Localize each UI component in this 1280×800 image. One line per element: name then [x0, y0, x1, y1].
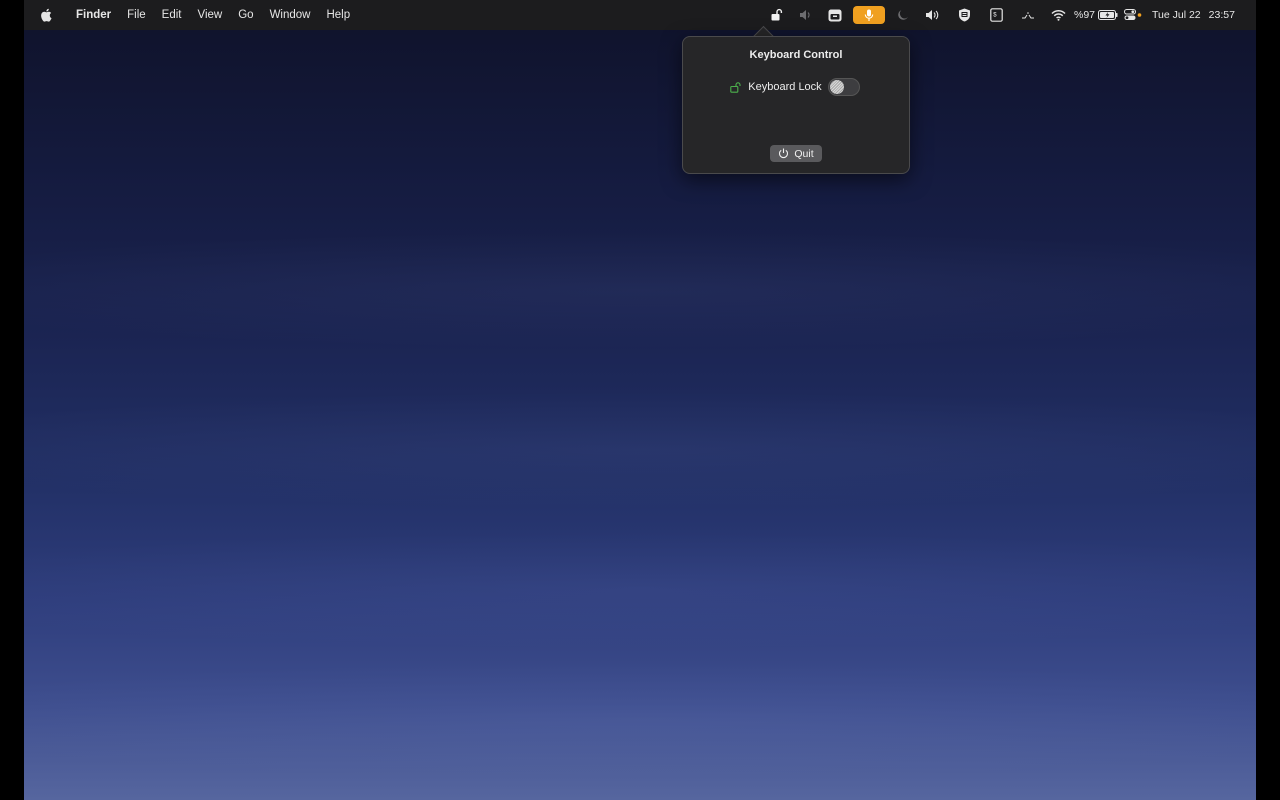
quit-label: Quit	[794, 147, 814, 160]
document-icon[interactable]: $	[980, 0, 1012, 30]
control-center-icon[interactable]	[1120, 0, 1146, 30]
svg-text:$: $	[993, 13, 997, 19]
time-text: 23:57	[1208, 9, 1235, 21]
menu-app-name[interactable]: Finder	[68, 0, 119, 30]
microphone-icon[interactable]	[850, 0, 888, 30]
keyboard-control-popup: Keyboard Control Keyboard Lock Quit	[682, 36, 910, 174]
wifi-icon[interactable]	[1044, 0, 1072, 30]
menu-edit[interactable]: Edit	[154, 0, 190, 30]
clock[interactable]: Tue Jul 22 23:57	[1146, 0, 1256, 30]
network-monitor-icon[interactable]	[1012, 0, 1044, 30]
unlocked-padlock-icon	[730, 81, 742, 93]
shield-icon[interactable]	[948, 0, 980, 30]
menu-window[interactable]: Window	[262, 0, 319, 30]
menu-bar: Finder File Edit View Go Window Help $ %…	[24, 0, 1256, 30]
toggle-knob	[829, 80, 844, 94]
menu-view[interactable]: View	[190, 0, 231, 30]
volume-muted-icon[interactable]	[792, 0, 820, 30]
menu-go[interactable]: Go	[230, 0, 261, 30]
desktop-wallpaper	[24, 0, 1256, 800]
menu-help[interactable]: Help	[318, 0, 358, 30]
apple-logo-icon[interactable]	[24, 8, 68, 22]
battery-indicator[interactable]: %97	[1072, 0, 1120, 30]
power-icon	[778, 148, 789, 159]
battery-icon	[1098, 10, 1118, 20]
keyboard-lock-label: Keyboard Lock	[748, 81, 822, 93]
popup-title: Keyboard Control	[749, 49, 843, 61]
keyboard-lock-icon[interactable]	[762, 0, 792, 30]
quit-button[interactable]: Quit	[770, 145, 822, 162]
battery-percent: %97	[1073, 9, 1095, 21]
menu-file[interactable]: File	[119, 0, 154, 30]
keyboard-lock-toggle[interactable]	[827, 78, 860, 96]
date-text: Tue Jul 22	[1152, 9, 1201, 21]
volume-icon[interactable]	[918, 0, 948, 30]
menu-app-icon[interactable]	[820, 0, 850, 30]
keyboard-lock-row: Keyboard Lock	[683, 78, 909, 96]
moon-icon[interactable]	[888, 0, 918, 30]
